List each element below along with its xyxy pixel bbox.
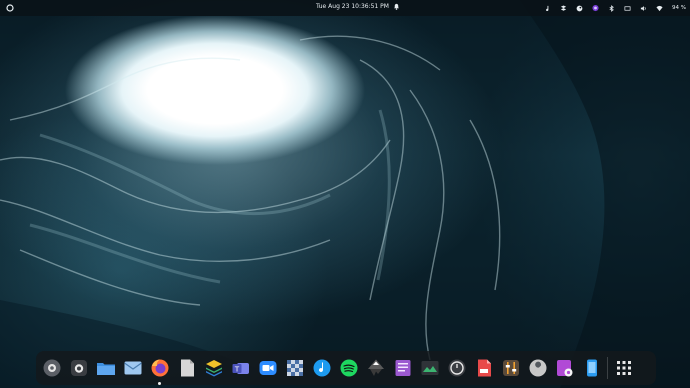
network-icon[interactable] xyxy=(624,5,631,12)
dock-app-timer[interactable] xyxy=(445,357,468,380)
dock-app-files[interactable] xyxy=(94,357,117,380)
top-bar: Tue Aug 23 10:36:51 PM 94 % xyxy=(0,0,690,16)
dock-app-screenshot[interactable] xyxy=(67,357,90,380)
music-note-icon xyxy=(313,359,330,377)
document-icon xyxy=(180,359,194,377)
inkscape-icon xyxy=(367,359,384,376)
datetime-label: Tue Aug 23 10:36:51 PM xyxy=(316,3,389,10)
spotify-icon xyxy=(340,359,357,377)
monitor-icon xyxy=(421,361,438,375)
bluetooth-icon[interactable] xyxy=(608,4,615,12)
dock-app-notes[interactable] xyxy=(391,357,414,380)
dock-app-zoom[interactable] xyxy=(256,357,279,380)
dock-app-inkscape[interactable] xyxy=(364,357,387,380)
battery-percentage: 94 % xyxy=(672,5,686,11)
dock-app-media[interactable] xyxy=(553,357,576,380)
settings-icon xyxy=(43,359,60,377)
show-applications-button[interactable] xyxy=(612,357,635,380)
dock-app-monitor[interactable] xyxy=(418,357,441,380)
dock-app-tweaks[interactable] xyxy=(499,357,522,380)
bell-icon xyxy=(394,3,399,10)
dock-separator xyxy=(607,357,608,379)
dock-app-utility[interactable] xyxy=(526,357,549,380)
steam-icon[interactable] xyxy=(576,5,583,12)
dropbox-icon[interactable] xyxy=(560,4,567,12)
activities-button[interactable] xyxy=(6,4,14,12)
dock: T xyxy=(36,351,656,385)
zoom-icon xyxy=(259,361,276,375)
clock-area[interactable]: Tue Aug 23 10:36:51 PM xyxy=(316,3,400,10)
volume-icon[interactable] xyxy=(640,5,647,12)
checker-icon xyxy=(286,360,303,376)
dock-app-document[interactable] xyxy=(175,357,198,380)
dock-app-settings[interactable] xyxy=(40,357,63,380)
dock-app-teams[interactable]: T xyxy=(229,357,252,380)
dock-app-mail[interactable] xyxy=(121,357,144,380)
timer-icon xyxy=(448,359,465,377)
music-icon[interactable] xyxy=(544,5,551,12)
svg-text:T: T xyxy=(233,365,239,373)
grid-icon xyxy=(616,361,631,375)
tweaks-icon xyxy=(502,360,519,376)
dock-app-pdf[interactable] xyxy=(472,357,495,380)
pdf-icon xyxy=(477,359,491,377)
desktop-wallpaper xyxy=(0,0,690,388)
dock-app-firefox[interactable] xyxy=(148,357,171,385)
layers-icon xyxy=(205,360,222,377)
dock-app-music[interactable] xyxy=(310,357,333,380)
dock-app-spotify[interactable] xyxy=(337,357,360,380)
media-icon xyxy=(556,360,572,377)
teams-icon: T xyxy=(232,363,249,374)
purple-circle-icon[interactable] xyxy=(592,4,599,12)
mail-icon xyxy=(123,361,142,375)
wifi-icon[interactable] xyxy=(656,5,663,12)
system-tray[interactable]: 94 % xyxy=(544,2,686,14)
dock-app-checkerboard[interactable] xyxy=(283,357,306,380)
phone-icon xyxy=(586,359,597,377)
dock-app-layers[interactable] xyxy=(202,357,225,380)
running-indicator xyxy=(158,381,161,385)
camera-icon xyxy=(70,360,87,376)
firefox-icon xyxy=(151,359,168,377)
folder-icon xyxy=(96,363,115,375)
circle-icon xyxy=(6,4,14,12)
dock-app-phone[interactable] xyxy=(580,357,603,380)
wrench-icon xyxy=(529,359,546,377)
notes-icon xyxy=(395,360,410,376)
